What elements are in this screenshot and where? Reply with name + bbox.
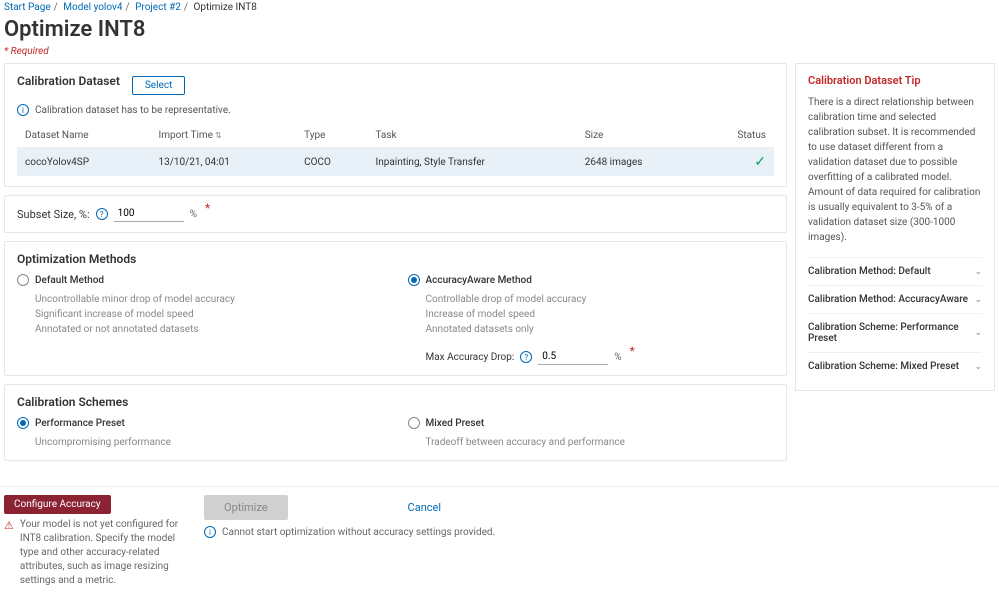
- col-status[interactable]: Status: [700, 124, 774, 148]
- cancel-button[interactable]: Cancel: [408, 501, 441, 514]
- cell-type: COCO: [296, 148, 367, 177]
- optimize-button[interactable]: Optimize: [204, 495, 288, 520]
- error-text: Cannot start optimization without accura…: [222, 527, 495, 538]
- warning-text: Your model is not yet configured for INT…: [20, 518, 184, 588]
- help-icon[interactable]: ?: [96, 208, 108, 220]
- default-method-label: Default Method: [35, 275, 104, 286]
- schemes-title: Calibration Schemes: [17, 395, 774, 409]
- perf-preset-desc: Uncompromising performance: [17, 435, 384, 450]
- schemes-card: Calibration Schemes Performance Preset U…: [4, 384, 787, 461]
- acc-mixed[interactable]: Calibration Scheme: Mixed Preset⌄: [808, 352, 982, 380]
- col-name[interactable]: Dataset Name: [17, 124, 150, 148]
- cell-task: Inpainting, Style Transfer: [367, 148, 576, 177]
- required-star: *: [205, 201, 210, 215]
- chevron-down-icon: ⌄: [974, 295, 982, 305]
- calib-info-text: Calibration dataset has to be representa…: [35, 105, 231, 116]
- pct-symbol: %: [190, 209, 197, 220]
- maxacc-label: Max Accuracy Drop:: [426, 352, 515, 363]
- calib-title: Calibration Dataset: [17, 74, 120, 88]
- mixed-preset-label: Mixed Preset: [426, 418, 485, 429]
- methods-card: Optimization Methods Default Method Unco…: [4, 241, 787, 376]
- col-task[interactable]: Task: [367, 124, 576, 148]
- crumb-model[interactable]: Model yolov4: [63, 2, 122, 13]
- maxacc-input[interactable]: [538, 349, 608, 365]
- col-type[interactable]: Type: [296, 124, 367, 148]
- chevron-down-icon: ⌄: [974, 362, 982, 372]
- crumb-current: Optimize INT8: [193, 2, 256, 13]
- required-note: * Required: [0, 46, 999, 63]
- cell-name: cocoYolov4SP: [17, 148, 150, 177]
- default-method-radio[interactable]: [17, 274, 29, 286]
- crumb-project[interactable]: Project #2: [135, 2, 181, 13]
- check-icon: ✓: [754, 154, 766, 170]
- mixed-preset-radio[interactable]: [408, 417, 420, 429]
- perf-preset-radio[interactable]: [17, 417, 29, 429]
- subset-card: Subset Size, %: ? % *: [4, 195, 787, 233]
- info-icon: i: [204, 526, 216, 538]
- crumb-start[interactable]: Start Page: [4, 2, 51, 13]
- col-import[interactable]: Import Time⇅: [150, 124, 296, 148]
- tip-title: Calibration Dataset Tip: [808, 74, 982, 87]
- dataset-table: Dataset Name Import Time⇅ Type Task Size…: [17, 124, 774, 176]
- subset-input[interactable]: [114, 206, 184, 222]
- accuracyaware-method-label: AccuracyAware Method: [426, 275, 532, 286]
- sort-icon: ⇅: [215, 131, 222, 140]
- accuracyaware-method-desc: Controllable drop of model accuracy Incr…: [408, 292, 775, 337]
- calibration-dataset-card: Calibration Dataset Select i Calibration…: [4, 63, 787, 187]
- configure-accuracy-button[interactable]: Configure Accuracy: [4, 495, 111, 514]
- page-title: Optimize INT8: [0, 15, 999, 46]
- col-size[interactable]: Size: [577, 124, 700, 148]
- warning-icon: ⚠: [4, 518, 14, 588]
- tip-body: There is a direct relationship between c…: [808, 95, 982, 245]
- cell-size: 2648 images: [577, 148, 700, 177]
- breadcrumb: Start Page/ Model yolov4/ Project #2/ Op…: [0, 0, 999, 15]
- footer: Configure Accuracy ⚠ Your model is not y…: [0, 486, 999, 596]
- tip-card: Calibration Dataset Tip There is a direc…: [795, 63, 995, 391]
- perf-preset-label: Performance Preset: [35, 418, 125, 429]
- cell-time: 13/10/21, 04:01: [150, 148, 296, 177]
- help-icon[interactable]: ?: [520, 351, 532, 363]
- methods-title: Optimization Methods: [17, 252, 774, 266]
- pct-symbol: %: [614, 352, 621, 363]
- required-star: *: [630, 344, 635, 358]
- accuracyaware-method-radio[interactable]: [408, 274, 420, 286]
- acc-default[interactable]: Calibration Method: Default⌄: [808, 257, 982, 285]
- chevron-down-icon: ⌄: [974, 328, 982, 338]
- acc-perf[interactable]: Calibration Scheme: Performance Preset⌄: [808, 313, 982, 352]
- acc-aa[interactable]: Calibration Method: AccuracyAware⌄: [808, 285, 982, 313]
- select-button[interactable]: Select: [132, 76, 185, 95]
- subset-label: Subset Size, %:: [17, 208, 90, 221]
- chevron-down-icon: ⌄: [974, 267, 982, 277]
- mixed-preset-desc: Tradeoff between accuracy and performanc…: [408, 435, 775, 450]
- default-method-desc: Uncontrollable minor drop of model accur…: [17, 292, 384, 337]
- table-row[interactable]: cocoYolov4SP 13/10/21, 04:01 COCO Inpain…: [17, 148, 774, 177]
- info-icon: i: [17, 104, 29, 116]
